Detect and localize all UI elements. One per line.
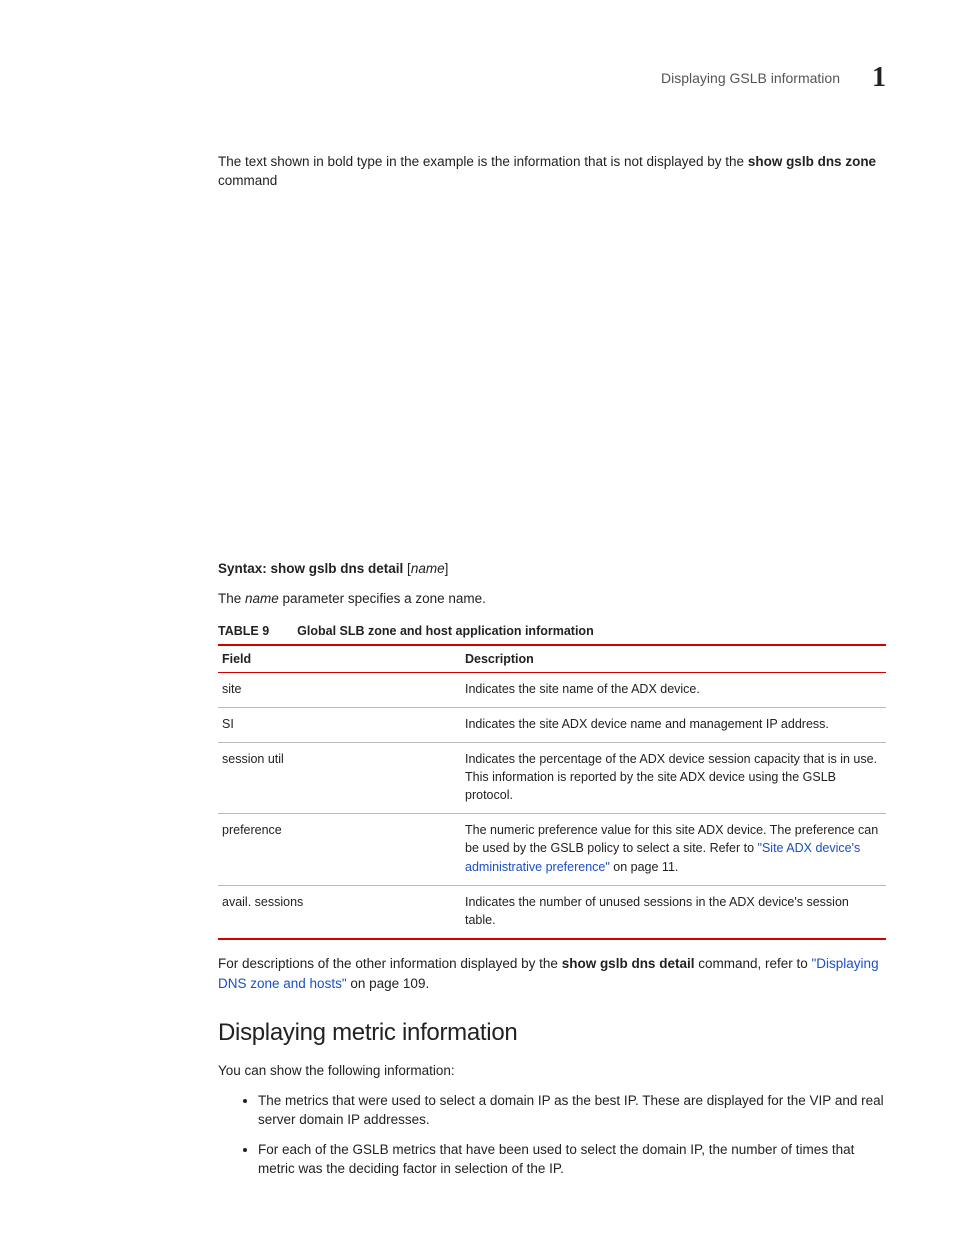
info-table: Field Description site Indicates the sit… <box>218 644 886 940</box>
table-cell-field: session util <box>218 742 461 813</box>
intro-bold-command: show gslb dns zone <box>748 154 876 169</box>
table-cell-field: site <box>218 672 461 707</box>
after-table-mid: command, refer to <box>694 956 811 971</box>
header-title: Displaying GSLB information <box>661 70 840 86</box>
table-cell-desc: The numeric preference value for this si… <box>461 814 886 885</box>
syntax-arg: name <box>411 561 445 576</box>
intro-text-pre: The text shown in bold type in the examp… <box>218 154 748 169</box>
table-row: avail. sessions Indicates the number of … <box>218 885 886 939</box>
bullet-list: The metrics that were used to select a d… <box>218 1091 886 1179</box>
intro-text-post: command <box>218 173 277 188</box>
after-table-post: on page 109. <box>347 976 430 991</box>
after-table-bold: show gslb dns detail <box>562 956 695 971</box>
intro-paragraph: The text shown in bold type in the examp… <box>218 152 886 191</box>
page-content: The text shown in bold type in the examp… <box>218 138 886 1189</box>
section-heading: Displaying metric information <box>218 1019 886 1047</box>
syntax-command: show gslb dns detail <box>271 561 404 576</box>
syntax-desc-pre: The <box>218 591 245 606</box>
syntax-line: Syntax: show gslb dns detail [name] <box>218 561 886 576</box>
syntax-bracket-close: ] <box>445 561 449 576</box>
table-row: SI Indicates the site ADX device name an… <box>218 707 886 742</box>
table-cell-field: avail. sessions <box>218 885 461 939</box>
chapter-number: 1 <box>872 62 886 94</box>
table-title: Global SLB zone and host application inf… <box>297 624 594 638</box>
syntax-bracket-open: [ <box>403 561 411 576</box>
table-header-field: Field <box>218 645 461 673</box>
table-cell-desc: Indicates the site ADX device name and m… <box>461 707 886 742</box>
section-intro: You can show the following information: <box>218 1061 886 1081</box>
syntax-desc-arg: name <box>245 591 279 606</box>
syntax-label: Syntax: <box>218 561 271 576</box>
table-cell-desc: Indicates the site name of the ADX devic… <box>461 672 886 707</box>
page-header: Displaying GSLB information 1 <box>661 62 886 94</box>
table-cell-field: preference <box>218 814 461 885</box>
syntax-description: The name parameter specifies a zone name… <box>218 589 886 609</box>
table-row: site Indicates the site name of the ADX … <box>218 672 886 707</box>
pref-desc-post: on page 11. <box>610 860 679 874</box>
syntax-desc-post: parameter specifies a zone name. <box>279 591 486 606</box>
table-cell-desc: Indicates the percentage of the ADX devi… <box>461 742 886 813</box>
table-caption: TABLE 9 Global SLB zone and host applicat… <box>218 623 886 638</box>
list-item: The metrics that were used to select a d… <box>258 1091 886 1130</box>
table-number: TABLE 9 <box>218 624 269 638</box>
table-header-row: Field Description <box>218 645 886 673</box>
list-item: For each of the GSLB metrics that have b… <box>258 1140 886 1179</box>
after-table-pre: For descriptions of the other informatio… <box>218 956 562 971</box>
table-cell-desc: Indicates the number of unused sessions … <box>461 885 886 939</box>
after-table-paragraph: For descriptions of the other informatio… <box>218 954 886 993</box>
syntax-block: Syntax: show gslb dns detail [name] The … <box>218 561 886 1179</box>
table-header-desc: Description <box>461 645 886 673</box>
table-cell-field: SI <box>218 707 461 742</box>
table-row: preference The numeric preference value … <box>218 814 886 885</box>
table-row: session util Indicates the percentage of… <box>218 742 886 813</box>
